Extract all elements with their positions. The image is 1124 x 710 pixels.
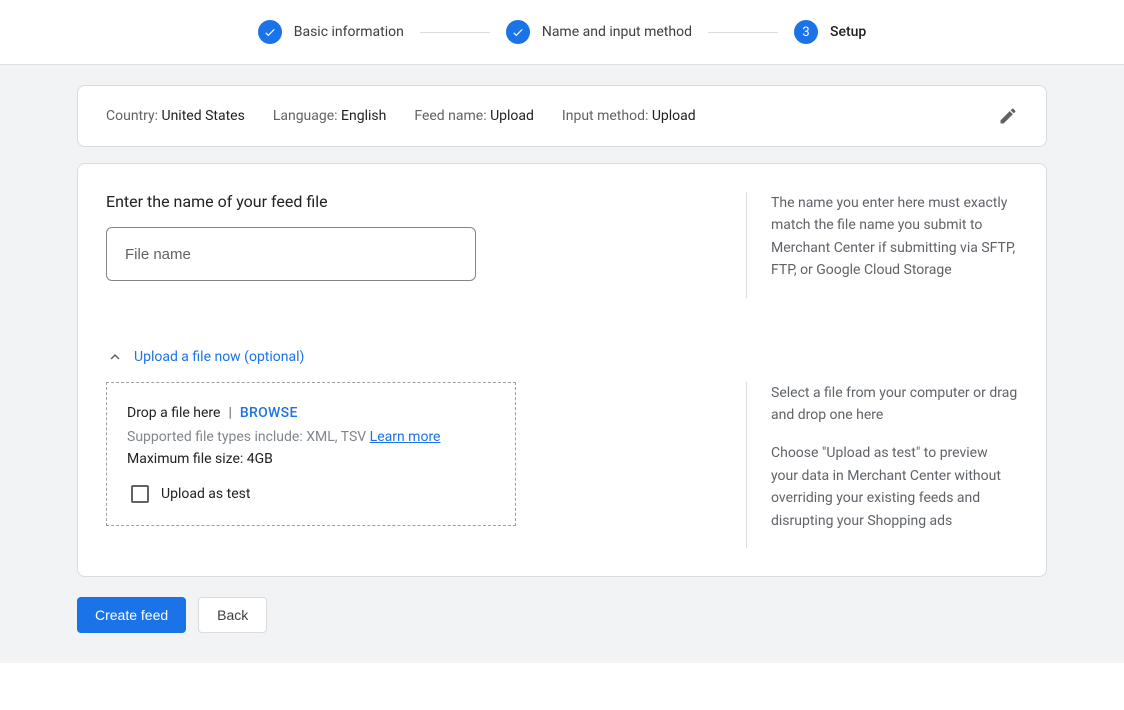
section-title: Enter the name of your feed file xyxy=(106,192,706,211)
learn-more-link[interactable]: Learn more xyxy=(370,429,441,445)
summary-value: English xyxy=(341,108,386,124)
stepper: Basic information Name and input method … xyxy=(0,0,1124,64)
drop-divider: | xyxy=(228,405,231,421)
browse-button[interactable]: BROWSE xyxy=(240,405,298,421)
summary-value: Upload xyxy=(652,108,696,124)
drop-text: Drop a file here xyxy=(127,405,220,421)
summary-label: Input method: xyxy=(562,108,652,124)
step-basic-info[interactable]: Basic information xyxy=(258,20,404,44)
step-connector xyxy=(708,32,778,33)
chevron-up-icon xyxy=(106,348,124,366)
summary-label: Language: xyxy=(273,108,341,124)
summary-input-method: Input method: Upload xyxy=(562,108,696,124)
back-button[interactable]: Back xyxy=(198,597,267,633)
help-text: Select a file from your computer or drag… xyxy=(771,382,1018,427)
step-number-icon: 3 xyxy=(794,20,818,44)
upload-expander[interactable]: Upload a file now (optional) xyxy=(106,348,1018,366)
help-filename: The name you enter here must exactly mat… xyxy=(746,192,1018,298)
step-connector xyxy=(420,32,490,33)
step-label: Basic information xyxy=(294,24,404,40)
help-text: Choose "Upload as test" to preview your … xyxy=(771,442,1018,532)
main-card: Enter the name of your feed file The nam… xyxy=(77,163,1047,577)
step-label: Name and input method xyxy=(542,24,692,40)
upload-dropzone[interactable]: Drop a file here | BROWSE Supported file… xyxy=(106,382,516,526)
expander-label: Upload a file now (optional) xyxy=(134,349,304,365)
help-text: The name you enter here must exactly mat… xyxy=(771,192,1018,282)
file-name-input[interactable] xyxy=(106,227,476,281)
summary-value: Upload xyxy=(490,108,534,124)
upload-as-test-checkbox[interactable] xyxy=(131,485,149,503)
checkmark-icon xyxy=(258,20,282,44)
create-feed-button[interactable]: Create feed xyxy=(77,597,186,633)
summary-country: Country: United States xyxy=(106,108,245,124)
step-setup[interactable]: 3 Setup xyxy=(794,20,866,44)
summary-value: United States xyxy=(161,108,244,124)
help-upload: Select a file from your computer or drag… xyxy=(746,382,1018,548)
step-name-input[interactable]: Name and input method xyxy=(506,20,692,44)
summary-card: Country: United States Language: English… xyxy=(77,85,1047,147)
summary-feed-name: Feed name: Upload xyxy=(414,108,534,124)
pencil-icon[interactable] xyxy=(998,106,1018,126)
max-size-text: Maximum file size: 4GB xyxy=(127,451,495,467)
step-label: Setup xyxy=(830,24,866,40)
checkmark-icon xyxy=(506,20,530,44)
summary-label: Feed name: xyxy=(414,108,490,124)
summary-language: Language: English xyxy=(273,108,387,124)
summary-label: Country: xyxy=(106,108,161,124)
checkbox-label: Upload as test xyxy=(161,486,250,502)
supported-text: Supported file types include: XML, TSV xyxy=(127,429,370,445)
